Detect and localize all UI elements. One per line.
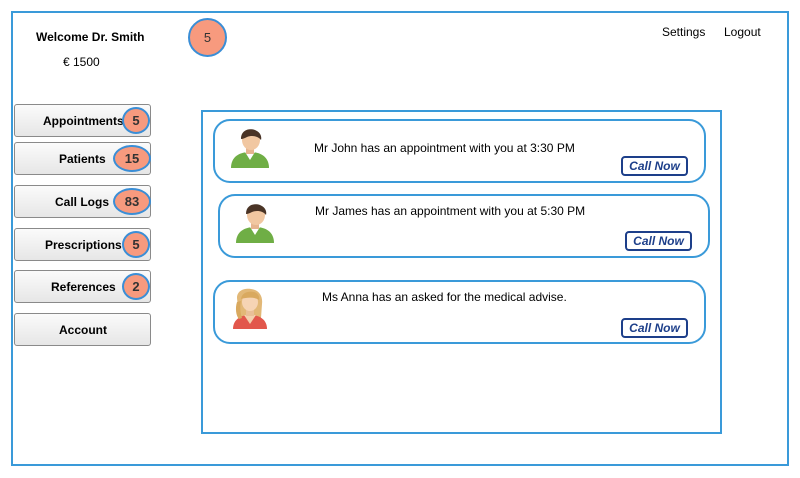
sidebar-item-label: Patients [59, 152, 106, 166]
notification-message: Mr James has an appointment with you at … [315, 204, 586, 218]
logout-link[interactable]: Logout [724, 25, 761, 39]
sidebar-item-patients[interactable]: Patients 15 [14, 142, 151, 175]
call-now-button[interactable]: Call Now [625, 231, 692, 251]
male-patient-icon [236, 204, 274, 243]
sidebar-item-label: Appointments [43, 114, 124, 128]
count-badge: 5 [122, 107, 150, 134]
sidebar-item-appointments[interactable]: Appointments 5 [14, 104, 151, 137]
sidebar-item-references[interactable]: References 2 [14, 270, 151, 303]
notification-message: Ms Anna has an asked for the medical adv… [322, 290, 567, 304]
sidebar-item-label: Call Logs [55, 195, 110, 209]
notification-card: Mr James has an appointment with you at … [218, 194, 710, 258]
welcome-message: Welcome Dr. Smith [36, 30, 145, 44]
sidebar-item-label: References [51, 280, 116, 294]
count-badge: 2 [122, 273, 150, 300]
settings-link[interactable]: Settings [662, 25, 705, 39]
notification-card: Ms Anna has an asked for the medical adv… [213, 280, 706, 344]
notification-badge[interactable]: 5 [188, 18, 227, 57]
call-now-button[interactable]: Call Now [621, 156, 688, 176]
sidebar-item-account[interactable]: Account [14, 313, 151, 346]
count-badge: 15 [113, 145, 151, 172]
sidebar-item-call-logs[interactable]: Call Logs 83 [14, 185, 151, 218]
male-patient-icon [231, 129, 269, 168]
count-badge: 5 [122, 231, 150, 258]
sidebar-item-label: Account [59, 323, 107, 337]
notification-card: Mr John has an appointment with you at 3… [213, 119, 706, 183]
female-patient-icon [233, 288, 267, 329]
sidebar-item-label: Prescriptions [45, 238, 122, 252]
notification-message: Mr John has an appointment with you at 3… [314, 141, 575, 155]
call-now-button[interactable]: Call Now [621, 318, 688, 338]
account-balance: € 1500 [63, 55, 100, 69]
sidebar-item-prescriptions[interactable]: Prescriptions 5 [14, 228, 151, 261]
count-badge: 83 [113, 188, 151, 215]
